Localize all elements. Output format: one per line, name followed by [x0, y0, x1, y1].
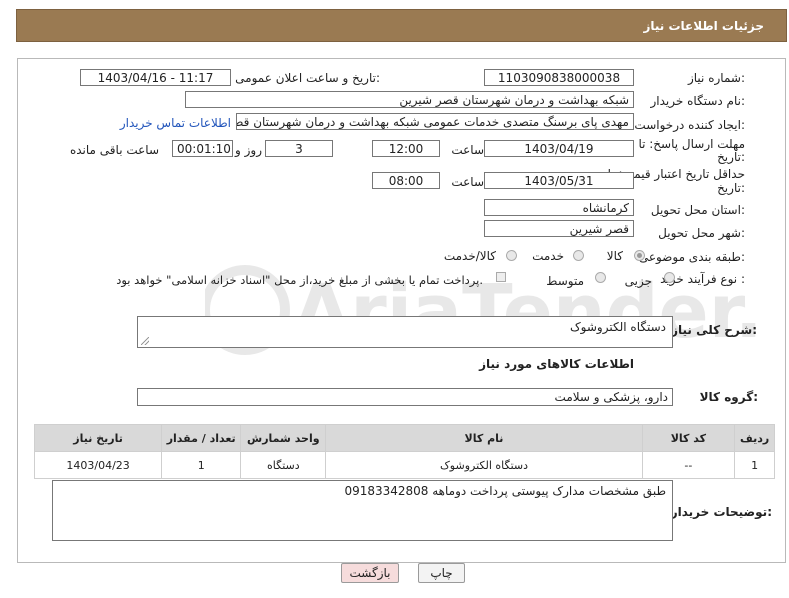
- col-header-quantity: تعداد / مقدار: [161, 424, 242, 452]
- goods-group-field: دارو، پزشکی و سلامت: [137, 388, 673, 406]
- cell-item-code: --: [641, 451, 736, 479]
- need-number-field: 1103090838000038: [484, 69, 634, 86]
- page-title: جزئیات اطلاعات نیاز: [643, 19, 764, 33]
- announce-date-label: تاریخ و ساعت اعلان عمومی:: [235, 71, 380, 85]
- process-option-medium: متوسط: [546, 274, 584, 288]
- treasury-payment-note: پرداخت تمام یا بخشی از مبلغ خرید،از محل …: [116, 273, 483, 287]
- deadline-label: مهلت ارسال پاسخ: تا: [638, 137, 745, 151]
- announce-date-field: 1403/04/16 - 11:17: [80, 69, 231, 86]
- category-option-goods: کالا: [606, 249, 623, 263]
- validity-date-field: 1403/05/31: [484, 172, 634, 189]
- col-header-unit: واحد شمارش: [240, 424, 327, 452]
- cell-item-name: دستگاه الکتروشوک: [325, 451, 643, 479]
- deadline-date-field: 1403/04/19: [484, 140, 634, 157]
- city-field: قصر شیرین: [484, 220, 634, 237]
- back-button[interactable]: بازگشت: [341, 563, 399, 583]
- items-table: تاریخ نیاز تعداد / مقدار واحد شمارش نام …: [33, 424, 775, 479]
- days-remaining-field: 3: [265, 140, 333, 157]
- city-label: شهر محل تحویل:: [658, 226, 745, 240]
- need-number-label: شماره نیاز:: [687, 71, 745, 85]
- goods-group-label: گروه کالا:: [699, 390, 758, 404]
- buyer-notes-textarea: طبق مشخصات مدارک پیوستی پرداخت دوماهه 09…: [52, 480, 673, 541]
- buyer-notes-text: طبق مشخصات مدارک پیوستی پرداخت دوماهه 09…: [344, 484, 666, 498]
- deadline-time-field: 12:00: [372, 140, 440, 157]
- col-header-item-code: کد کالا: [641, 424, 736, 452]
- validity-label-2: تاریخ:: [717, 181, 745, 195]
- category-label: طبقه بندی موضوعی:: [638, 250, 745, 264]
- process-radio-medium[interactable]: [595, 272, 606, 283]
- buyer-org-label: نام دستگاه خریدار:: [650, 94, 746, 108]
- buyer-notes-label: توضیحات خریدار:: [670, 505, 772, 519]
- goods-section-title: اطلاعات کالاهای مورد نیاز: [479, 357, 634, 371]
- cell-quantity: 1: [161, 451, 242, 479]
- resize-grip-icon[interactable]: [141, 337, 149, 345]
- cell-need-date: 1403/04/23: [33, 451, 163, 479]
- process-option-minor: جزیی: [624, 274, 652, 288]
- deadline-time-label: ساعت: [451, 143, 484, 157]
- col-header-item-name: نام کالا: [325, 424, 643, 452]
- table-row: 1403/04/23 1 دستگاه دستگاه الکتروشوک -- …: [33, 451, 775, 479]
- description-text: دستگاه الکتروشوک: [569, 320, 666, 334]
- remaining-time-label: ساعت باقی مانده: [69, 143, 159, 157]
- validity-time-field: 08:00: [372, 172, 440, 189]
- province-label: استان محل تحویل:: [650, 203, 745, 217]
- category-radio-both[interactable]: [506, 250, 517, 261]
- deadline-label-2: تاریخ:: [717, 150, 745, 164]
- cell-row-number: 1: [734, 451, 775, 479]
- col-header-need-date: تاریخ نیاز: [33, 424, 163, 452]
- creator-label: ایجاد کننده درخواست:: [634, 118, 745, 132]
- buyer-contact-link[interactable]: اطلاعات تماس خریدار: [120, 116, 231, 130]
- page-title-bar: جزئیات اطلاعات نیاز: [16, 9, 787, 42]
- buyer-org-field: شبکه بهداشت و درمان شهرستان قصر شیرین: [185, 91, 634, 108]
- validity-time-label: ساعت: [451, 175, 484, 189]
- creator-field: مهدی پای برسنگ متصدی خدمات عمومی شبکه به…: [236, 113, 634, 130]
- province-field: کرمانشاه: [484, 199, 634, 216]
- description-label: شرح کلی نیاز:: [671, 323, 757, 337]
- process-radio-minor[interactable]: [664, 272, 675, 283]
- remaining-time-field: 00:01:10: [172, 140, 233, 157]
- category-option-both: کالا/خدمت: [443, 249, 496, 263]
- cell-unit: دستگاه: [240, 451, 327, 479]
- table-header-row: تاریخ نیاز تعداد / مقدار واحد شمارش نام …: [33, 424, 775, 452]
- category-radio-service[interactable]: [573, 250, 584, 261]
- treasury-payment-checkbox[interactable]: [496, 272, 506, 282]
- description-textarea: دستگاه الکتروشوک: [137, 316, 673, 348]
- col-header-row: ردیف: [734, 424, 775, 452]
- days-label: روز و: [235, 143, 262, 157]
- category-radio-goods[interactable]: [634, 250, 645, 261]
- print-button[interactable]: چاپ: [418, 563, 465, 583]
- category-option-service: خدمت: [532, 249, 564, 263]
